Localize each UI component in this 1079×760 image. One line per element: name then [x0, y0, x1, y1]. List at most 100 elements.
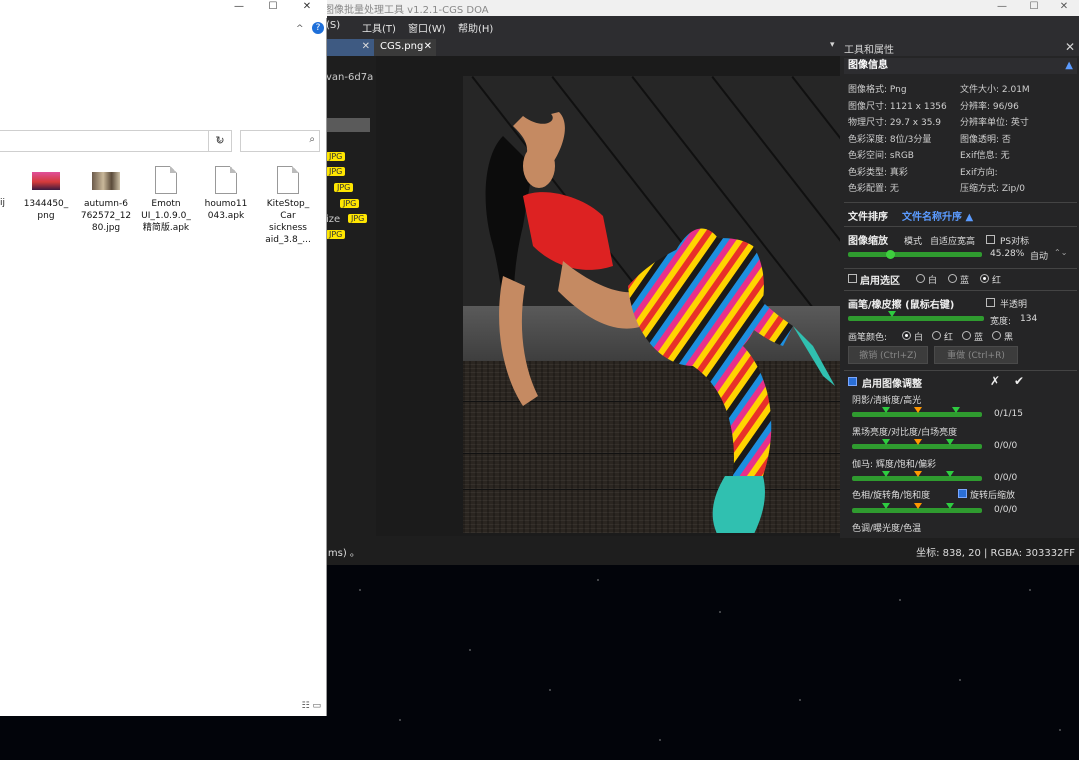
refresh-button[interactable]: ↻ — [208, 130, 232, 152]
zoom-auto-button[interactable]: 自动 — [1030, 249, 1048, 262]
info-value: 文件大小: 2.01M — [960, 85, 1030, 95]
format-badge: JPG — [340, 199, 360, 208]
color-blue-radio[interactable] — [962, 331, 971, 340]
info-key: 物理尺寸: 29.7 x 35.9 — [848, 118, 942, 128]
ribbon-toggle-icon[interactable]: ^ — [296, 24, 304, 34]
format-badge: JPG — [326, 230, 346, 239]
explorer-statusbar: ☷ ▭ — [0, 696, 327, 716]
adjust-group-label: 色调/曝光度/色温 — [852, 524, 922, 534]
menu-settings[interactable]: (S) — [326, 20, 340, 31]
maximize-button[interactable]: ☐ — [258, 0, 288, 16]
panel-titlebar: ▾ 工具和属性 ✕ — [830, 38, 1079, 56]
close-icon[interactable]: ✕ — [362, 39, 370, 55]
adjust-slider[interactable] — [852, 503, 982, 513]
file-name: autumn-6 762572_12 80.jpg — [80, 199, 132, 233]
app-title: 图像批量处理工具 v1.2.1-CGS DOA — [324, 5, 489, 16]
format-badge: JPG — [326, 152, 346, 161]
info-value: Exif信息: 无 — [960, 151, 1010, 161]
address-bar[interactable]: ⌄ — [0, 130, 232, 152]
search-icon: ⌕ — [309, 134, 315, 145]
adjust-value: 0/0/0 — [994, 505, 1018, 515]
rotate-scale-checkbox[interactable] — [958, 489, 967, 498]
cancel-icon[interactable]: ✗ — [990, 374, 1000, 388]
search-input[interactable]: ⌕ — [240, 130, 320, 152]
spinner-icon[interactable]: ⌃⌄ — [1054, 248, 1067, 257]
selection-white-radio[interactable] — [916, 274, 925, 283]
color-black-radio[interactable] — [992, 331, 1001, 340]
format-badge: JPG — [348, 214, 368, 223]
zoom-percent: 45.28% — [990, 249, 1025, 259]
ps-checkbox[interactable] — [986, 235, 995, 244]
info-value: 分辨率单位: 英寸 — [960, 118, 1029, 128]
translucent-checkbox[interactable] — [986, 298, 995, 307]
brush-color-label: 画笔颜色: — [848, 333, 888, 343]
undo-button[interactable]: 撤销 (Ctrl+Z) — [848, 346, 928, 364]
photo-preview[interactable] — [463, 76, 860, 533]
menu-help[interactable]: 帮助(H) — [458, 20, 493, 35]
adjust-slider[interactable] — [852, 439, 982, 449]
menu-tools[interactable]: 工具(T) — [362, 20, 396, 35]
enable-adjust-checkbox[interactable] — [848, 377, 857, 386]
brush-width-label: 宽度: — [990, 317, 1012, 327]
brush-slider[interactable] — [848, 311, 984, 321]
adjust-group-label: 色相/旋转角/饱和度 — [852, 491, 931, 501]
color-red-radio[interactable] — [932, 331, 941, 340]
sort-dropdown[interactable]: 文件名称升序 ▲ — [902, 208, 973, 223]
color-white-label: 白 — [914, 333, 924, 343]
minimize-button[interactable]: — — [224, 0, 254, 16]
document-icon — [215, 166, 237, 194]
collapse-icon[interactable]: ▲ — [1065, 58, 1073, 74]
sort-label: 文件排序 — [848, 212, 888, 223]
file-name: houmo11 043.apk — [204, 199, 248, 221]
adjust-value: 0/1/15 — [994, 409, 1023, 419]
adjust-slider[interactable] — [852, 471, 982, 481]
info-key: 图像尺寸: 1121 x 1356 — [848, 101, 947, 112]
tab-cgs-png[interactable]: CGS.png ✕ — [374, 39, 436, 56]
adjust-group-label: 阴影/清晰度/高光 — [852, 396, 922, 406]
status-message: (ms) 。 — [324, 548, 360, 559]
zoom-fit-option[interactable]: 自适应宽高 — [930, 234, 975, 247]
file-name-partial: ij — [0, 198, 6, 208]
selection-red-radio[interactable] — [980, 274, 989, 283]
tab-previous[interactable]: ✕ — [326, 39, 374, 56]
enable-selection-checkbox[interactable] — [848, 274, 857, 283]
maximize-button[interactable]: ☐ — [1019, 0, 1049, 16]
color-white-radio[interactable] — [902, 331, 911, 340]
close-button[interactable]: ✕ — [292, 0, 322, 16]
file-list-selection[interactable] — [320, 118, 370, 132]
info-key: 图像格式: Png — [848, 85, 907, 95]
menubar: (S) 工具(T) 窗口(W) 帮助(H) — [320, 16, 1079, 38]
apply-icon[interactable]: ✔ — [1014, 374, 1024, 388]
rotate-scale-label: 旋转后缩放 — [970, 491, 1016, 501]
chevron-down-icon[interactable]: ▾ — [830, 40, 835, 50]
close-icon[interactable]: ✕ — [424, 39, 432, 55]
selection-blue-radio[interactable] — [948, 274, 957, 283]
menu-window[interactable]: 窗口(W) — [408, 20, 446, 35]
view-mode-icon[interactable]: ☷ ▭ — [302, 701, 321, 711]
help-icon[interactable]: ? — [312, 22, 324, 34]
file-item[interactable]: KiteStop_ Car sickness aid_3.8_... — [260, 166, 316, 246]
brush-slider-thumb[interactable] — [888, 311, 896, 317]
file-item[interactable]: houmo11 043.apk — [198, 166, 254, 222]
redo-button[interactable]: 重做 (Ctrl+R) — [934, 346, 1018, 364]
section-title: 图像信息 — [848, 60, 888, 71]
app-titlebar[interactable]: 图像批量处理工具 v1.2.1-CGS DOA — ☐ ✕ — [320, 0, 1079, 16]
tools-properties-panel: ▾ 工具和属性 ✕ 图像信息 ▲ 文件排序 文件名称升序 ▲ 图像缩放 模式 自… — [830, 38, 1079, 538]
zoom-slider[interactable] — [848, 250, 982, 259]
adjust-group-label: 伽马: 辉度/饱和/偏彩 — [852, 460, 936, 470]
file-item[interactable]: autumn-6 762572_12 80.jpg — [78, 166, 134, 234]
close-button[interactable]: ✕ — [1049, 0, 1079, 16]
section-image-info[interactable]: 图像信息 ▲ — [844, 58, 1077, 74]
adjust-slider[interactable] — [852, 407, 982, 417]
file-item[interactable]: 1344450_ png — [18, 166, 74, 222]
file-name: 1344450_ png — [23, 199, 69, 221]
close-icon[interactable]: ✕ — [1065, 40, 1075, 54]
info-key: 色彩空间: sRGB — [848, 151, 914, 161]
zoom-mode-label: 模式 — [904, 237, 923, 247]
minimize-button[interactable]: — — [987, 0, 1017, 16]
image-thumbnail-icon — [92, 172, 120, 190]
zoom-slider-thumb[interactable] — [885, 250, 895, 259]
explorer-titlebar[interactable]: — ☐ ✕ — [0, 0, 327, 18]
image-canvas[interactable] — [376, 56, 860, 536]
file-item[interactable]: Emotn UI_1.0.9.0_ 精简版.apk — [138, 166, 194, 234]
